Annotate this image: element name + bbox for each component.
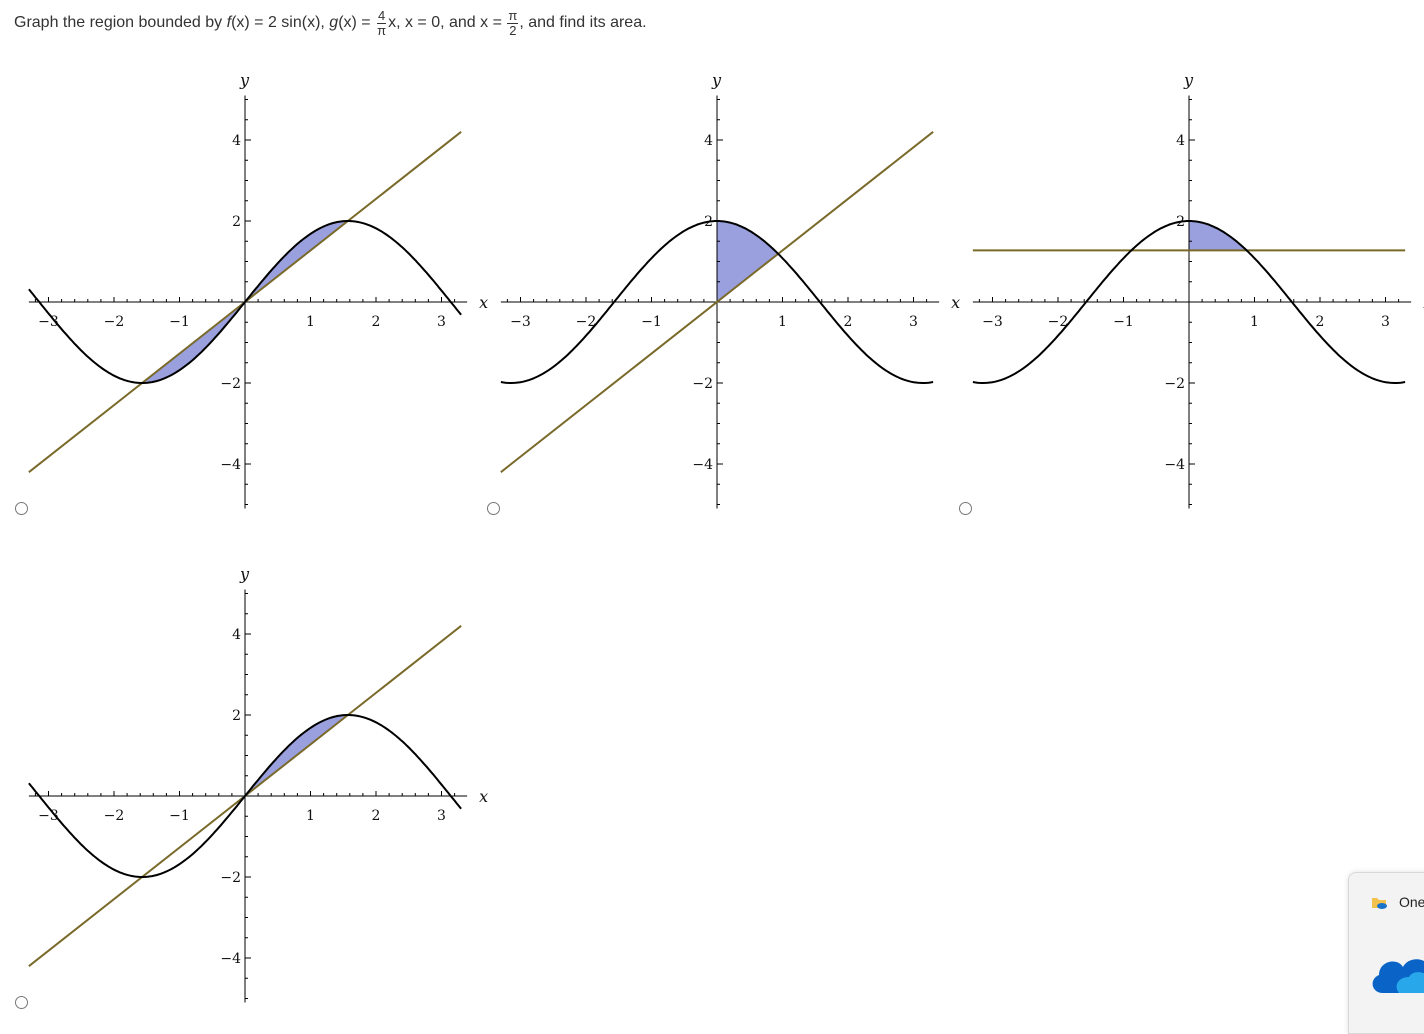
x-fraction: π 2 [507,7,519,38]
x-tick-label: 2 [844,314,853,330]
y-tick-label: −4 [1164,457,1185,473]
g-fraction-denominator: π [377,22,387,38]
x-tick-label: −1 [169,314,190,330]
y-axis-name: y [239,564,250,583]
y-tick-label: −2 [220,376,241,392]
graph-option-d: −3 −2 −1 1 2 3 4 2 −2 −4 x y [28,554,490,1014]
y-tick-label: 2 [232,708,241,724]
x-tick-label: −3 [982,314,1003,330]
question-suffix: , and find its area. [519,14,647,31]
folder-cloud-icon [1372,898,1387,909]
f-definition: (x) = 2 sin(x), [231,14,330,31]
g-fraction: 4 π [376,7,387,38]
x-fraction-numerator: π [507,7,519,24]
g-definition: (x) = [338,14,376,31]
x-tick-label: −2 [104,314,125,330]
x-tick-label: 3 [437,808,446,824]
y-tick-label: 4 [232,627,241,643]
y-axis-name: y [711,70,722,89]
question-prefix: Graph the region bounded by [14,14,227,31]
graph-option-a: −3 −2 −1 1 2 3 4 2 −2 −4 x y [28,60,490,520]
y-axis-name: y [1183,70,1194,89]
g-name: g [329,14,339,31]
x-tick-label: −1 [1113,314,1134,330]
radio-option-b[interactable] [487,502,500,515]
x-tick-label: −1 [169,808,190,824]
radio-option-a[interactable] [15,502,28,515]
radio-option-d[interactable] [15,996,28,1009]
x-tick-label: 3 [437,314,446,330]
y-tick-label: 4 [232,133,241,149]
x-axis-name: x [479,787,488,806]
x-tick-label: 1 [306,808,315,824]
y-tick-label: −2 [1164,376,1185,392]
g-fraction-numerator: 4 [376,7,387,24]
y-tick-label: 4 [704,133,713,149]
y-axis-name: y [239,70,250,89]
shaded-region-1 [1189,221,1247,251]
graph-option-c: −3−2−112342−2−4xy [972,60,1424,520]
x-tick-label: 2 [372,314,381,330]
x-tick-label: −2 [104,808,125,824]
y-tick-label: −4 [220,457,241,473]
y-tick-label: −2 [692,376,713,392]
x-tick-label: 1 [778,314,787,330]
question-text: Graph the region bounded by f (x) = 2 si… [14,6,647,40]
x-tick-label: 2 [1316,314,1325,330]
graph-option-d-svg: −3 −2 −1 1 2 342−2−4xy [28,564,488,1003]
x-tick-label: 1 [306,314,315,330]
x-fraction-denominator: 2 [509,22,517,38]
y-tick-label: −4 [220,951,241,967]
y-tick-label: −4 [692,457,713,473]
y-tick-label: −2 [220,870,241,886]
x-tick-label: 2 [372,808,381,824]
g-rest: x, x = 0, and x = [388,14,507,31]
graph-option-a-svg: −3 −2 −1 1 2 342−2−4xy [28,70,488,509]
x-tick-label: −3 [510,314,531,330]
radio-option-c[interactable] [959,502,972,515]
notification-title: One [1399,894,1424,910]
graph-option-b: −3 −2 −1 1 2 3 4 2 −2 −4 x y [500,60,962,520]
x-axis-name: x [479,293,488,312]
graph-option-c-svg: −3−2−112342−2−4xy [972,70,1424,509]
x-tick-label: 3 [1381,314,1390,330]
y-tick-label: 4 [1176,133,1185,149]
graph-option-b-svg: −3 −2 −1 1 2 342−2−4xy [500,70,960,509]
x-tick-label: −1 [641,314,662,330]
onedrive-notification[interactable]: One [1348,872,1424,1034]
y-tick-label: 2 [232,214,241,230]
x-axis-name: x [951,293,960,312]
onedrive-cloud-icon [1372,959,1424,993]
x-tick-label: 3 [909,314,918,330]
x-tick-label: 1 [1250,314,1259,330]
